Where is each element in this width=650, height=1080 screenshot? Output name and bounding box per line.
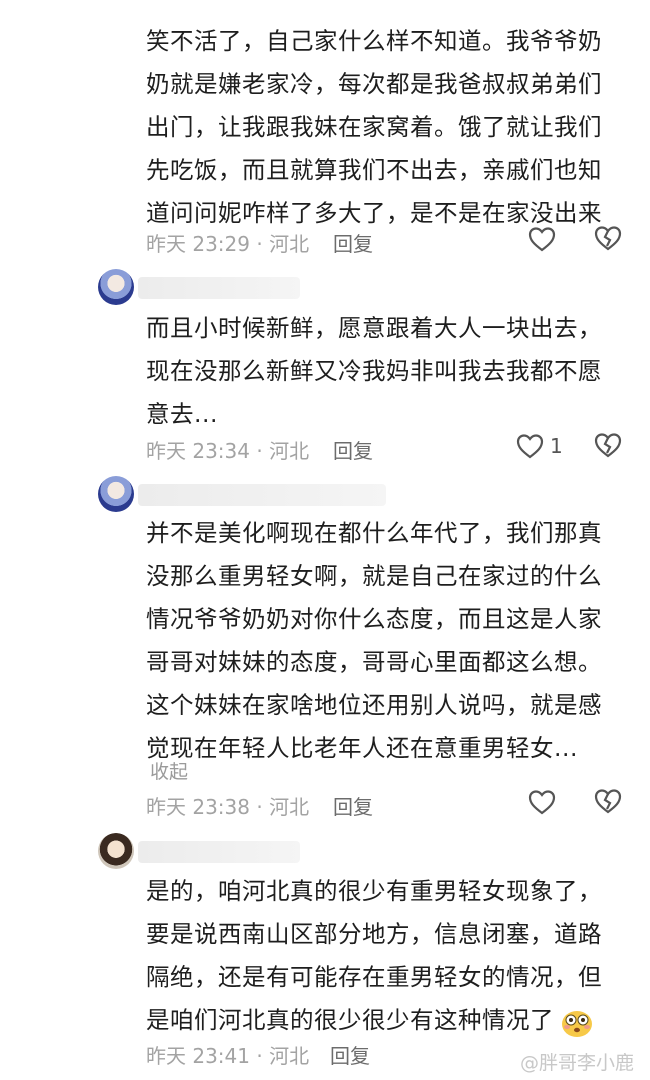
flushed-face-emoji-icon	[562, 1010, 592, 1037]
broken-heart-outline-icon	[594, 789, 622, 814]
comment-text: 并不是美化啊现在都什么年代了，我们那真没那么重男轻女啊，就是自己在家过的什么情况…	[146, 519, 602, 762]
comment-meta: 昨天 23:29 · 河北	[146, 232, 310, 256]
reply-button[interactable]: 回复	[333, 228, 373, 257]
comment-text-content: 是的，咱河北真的很少有重男轻女现象了，要是说西南山区部分地方，信息闭塞，道路隔绝…	[146, 877, 602, 1034]
like-button[interactable]: 1	[516, 432, 563, 460]
dislike-button[interactable]	[594, 225, 622, 255]
avatar[interactable]	[98, 476, 134, 512]
like-button[interactable]	[528, 225, 556, 253]
comment-text: 笑不活了，自己家什么样不知道。我爷爷奶奶就是嫌老家冷，每次都是我爸叔叔弟弟们出门…	[146, 27, 602, 227]
comment-text: 是的，咱河北真的很少有重男轻女现象了，要是说西南山区部分地方，信息闭塞，道路隔绝…	[146, 870, 616, 1042]
reply-button[interactable]: 回复	[330, 1040, 370, 1069]
collapse-button[interactable]: 收起	[150, 757, 188, 784]
watermark: @胖哥李小鹿	[520, 1052, 635, 1074]
username-redacted	[138, 484, 386, 506]
username-redacted	[138, 277, 300, 299]
heart-outline-icon	[528, 790, 556, 815]
reply-button[interactable]: 回复	[333, 791, 373, 820]
avatar[interactable]	[98, 269, 134, 305]
comment-meta: 昨天 23:38 · 河北	[146, 795, 310, 819]
broken-heart-outline-icon	[594, 433, 622, 458]
comment-meta: 昨天 23:34 · 河北	[146, 439, 310, 463]
heart-outline-icon	[516, 434, 544, 459]
reply-button[interactable]: 回复	[333, 435, 373, 464]
comment-meta: 昨天 23:41 · 河北	[146, 1044, 310, 1068]
like-count: 1	[550, 434, 563, 458]
dislike-button[interactable]	[594, 432, 622, 462]
broken-heart-outline-icon	[594, 226, 622, 251]
username-redacted	[138, 841, 300, 863]
heart-outline-icon	[528, 227, 556, 252]
avatar[interactable]	[98, 833, 134, 869]
like-button[interactable]	[528, 788, 556, 816]
comment-text: 而且小时候新鲜，愿意跟着大人一块出去，现在没那么新鲜又冷我妈非叫我去我都不愿意去…	[146, 314, 602, 428]
dislike-button[interactable]	[594, 788, 622, 818]
